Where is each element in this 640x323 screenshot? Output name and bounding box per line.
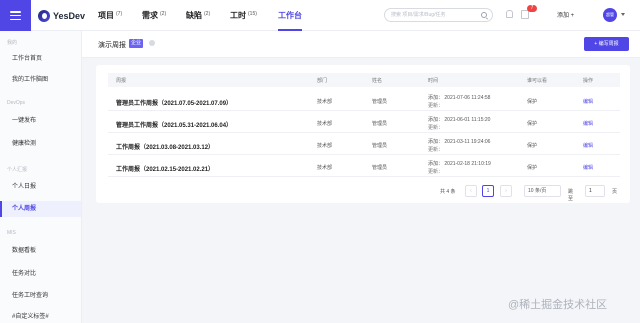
nav-projects[interactable]: 项目 (7) (98, 0, 142, 31)
report-title-link[interactable]: 管理员工作周报（2021.07.05-2021.07.09） (116, 98, 232, 107)
table-row: 工作周报（2021.03.08-2021.03.12） 技术部 管理员 添加： … (108, 135, 620, 155)
updated-time-cell: 更新： (428, 169, 444, 175)
column-header-visibility: 谁可以看 (527, 78, 548, 84)
visibility-cell: 保护 (527, 143, 538, 149)
dept-cell: 技术部 (317, 165, 333, 171)
sidebar-item-data-board[interactable]: 数据看板 (0, 243, 81, 259)
sidebar-section-personal-report: 个人汇报 (7, 167, 28, 173)
search-icon (481, 12, 487, 18)
edit-link[interactable]: 编辑 (583, 164, 593, 171)
menu-toggle-button[interactable] (0, 0, 31, 31)
added-time-cell: 添加： 2021-06-01 11:15:20 (428, 117, 491, 123)
prev-page-button[interactable]: ‹ (465, 185, 477, 197)
edit-link[interactable]: 编辑 (583, 120, 593, 127)
column-header-time: 时间 (428, 78, 439, 84)
column-header-action: 操作 (583, 78, 594, 84)
add-button[interactable]: 添加 + (557, 10, 574, 19)
logo[interactable]: YesDev (38, 9, 85, 22)
sidebar-item-task-hours-query[interactable]: 任务工时查询 (0, 288, 81, 304)
write-weekly-report-button[interactable]: + 编写周报 (584, 37, 629, 51)
column-header-dept: 部门 (317, 78, 328, 84)
page-header: 演示周报 企业 + 编写周报 (82, 31, 640, 58)
page-1-button[interactable]: 1 (482, 185, 494, 197)
column-header-report: 周报 (116, 78, 127, 84)
help-icon[interactable] (149, 40, 155, 46)
table-header: 周报 部门 姓名 时间 谁可以看 操作 (108, 73, 620, 87)
sidebar-item-daily-report[interactable]: 个人日报 (0, 179, 81, 195)
enterprise-tag: 企业 (129, 39, 144, 48)
nav-worktime[interactable]: 工时 (15) (230, 0, 278, 31)
name-cell: 管理员 (372, 143, 388, 149)
edit-link[interactable]: 编辑 (583, 98, 593, 105)
report-title-link[interactable]: 工作周报（2021.03.08-2021.03.12） (116, 142, 214, 151)
chevron-down-icon[interactable] (621, 13, 625, 16)
table-row: 工作周报（2021.02.15-2021.02.21） 技术部 管理员 添加： … (108, 157, 620, 177)
dept-cell: 技术部 (317, 143, 333, 149)
sidebar-section-mis: MIS (7, 230, 16, 236)
nav-requirements[interactable]: 需求 (2) (142, 0, 186, 31)
nav-workbench[interactable]: 工作台 (278, 0, 302, 31)
dept-cell: 技术部 (317, 99, 333, 105)
sidebar: 我的 工作台首页 我的工作脑图 DevOps 一键发布 健康检测 个人汇报 个人… (0, 31, 82, 323)
visibility-cell: 保护 (527, 121, 538, 127)
dept-cell: 技术部 (317, 121, 333, 127)
sidebar-item-custom-tag[interactable]: #自定义标签# (0, 309, 81, 323)
report-title-link[interactable]: 管理员工作周报（2021.05.31-2021.06.04） (116, 120, 232, 129)
updated-time-cell: 更新： (428, 147, 444, 153)
page-title: 演示周报 (98, 42, 126, 49)
table-row: 管理员工作周报（2021.07.05-2021.07.09） 技术部 管理员 添… (108, 91, 620, 111)
added-time-cell: 添加： 2021-07-06 11:24:58 (428, 95, 491, 101)
edit-link[interactable]: 编辑 (583, 142, 593, 149)
next-page-button[interactable]: › (500, 185, 512, 197)
hamburger-icon (10, 11, 21, 20)
name-cell: 管理员 (372, 121, 388, 127)
added-time-cell: 添加： 2021-03-11 19:24:06 (428, 139, 491, 145)
sidebar-item-workbench-home[interactable]: 工作台首页 (0, 51, 81, 67)
sidebar-item-mindmap[interactable]: 我的工作脑图 (0, 72, 81, 88)
top-header: YesDev 项目 (7) 需求 (2) 缺陷 (2) 工时 (15) 工作台 搜索 项… (0, 0, 640, 31)
search-input[interactable]: 搜索 项目/需求/Bug/任务 (384, 8, 493, 22)
visibility-cell: 保护 (527, 165, 538, 171)
page-size-select[interactable]: 10 条/页 (524, 185, 561, 197)
avatar[interactable]: 超管 (603, 8, 617, 22)
watermark: @稀土掘金技术社区 (508, 299, 608, 311)
sidebar-item-one-click-release[interactable]: 一键发布 (0, 113, 81, 129)
page-unit-label: 页 (612, 189, 618, 195)
report-list-card: 周报 部门 姓名 时间 谁可以看 操作 管理员工作周报（2021.07.05-2… (96, 65, 630, 203)
updated-time-cell: 更新： (428, 125, 444, 131)
logo-icon (38, 9, 50, 22)
jump-page-input[interactable]: 1 (585, 185, 605, 197)
visibility-cell: 保护 (527, 99, 538, 105)
sidebar-item-task-compare[interactable]: 任务对比 (0, 266, 81, 282)
top-nav: 项目 (7) 需求 (2) 缺陷 (2) 工时 (15) 工作台 (98, 0, 302, 31)
name-cell: 管理员 (372, 99, 388, 105)
sidebar-item-weekly-report[interactable]: 个人周报 (0, 201, 81, 217)
name-cell: 管理员 (372, 165, 388, 171)
updated-time-cell: 更新： (428, 103, 444, 109)
sidebar-section-devops: DevOps (7, 100, 26, 106)
jump-label: 跳至 (568, 189, 574, 202)
nav-bugs[interactable]: 缺陷 (2) (186, 0, 230, 31)
notification-badge: 7 (527, 5, 537, 12)
bell-icon[interactable] (506, 10, 513, 18)
logo-text: YesDev (53, 10, 86, 21)
pagination-total: 共 4 条 (440, 189, 456, 195)
table-row: 管理员工作周报（2021.05.31-2021.06.04） 技术部 管理员 添… (108, 113, 620, 133)
report-title-link[interactable]: 工作周报（2021.02.15-2021.02.21） (116, 164, 214, 173)
sidebar-section-mine: 我的 (7, 40, 18, 46)
added-time-cell: 添加： 2021-02-18 21:10:19 (428, 161, 491, 167)
sidebar-item-health-check[interactable]: 健康检测 (0, 136, 81, 152)
column-header-name: 姓名 (372, 78, 383, 84)
